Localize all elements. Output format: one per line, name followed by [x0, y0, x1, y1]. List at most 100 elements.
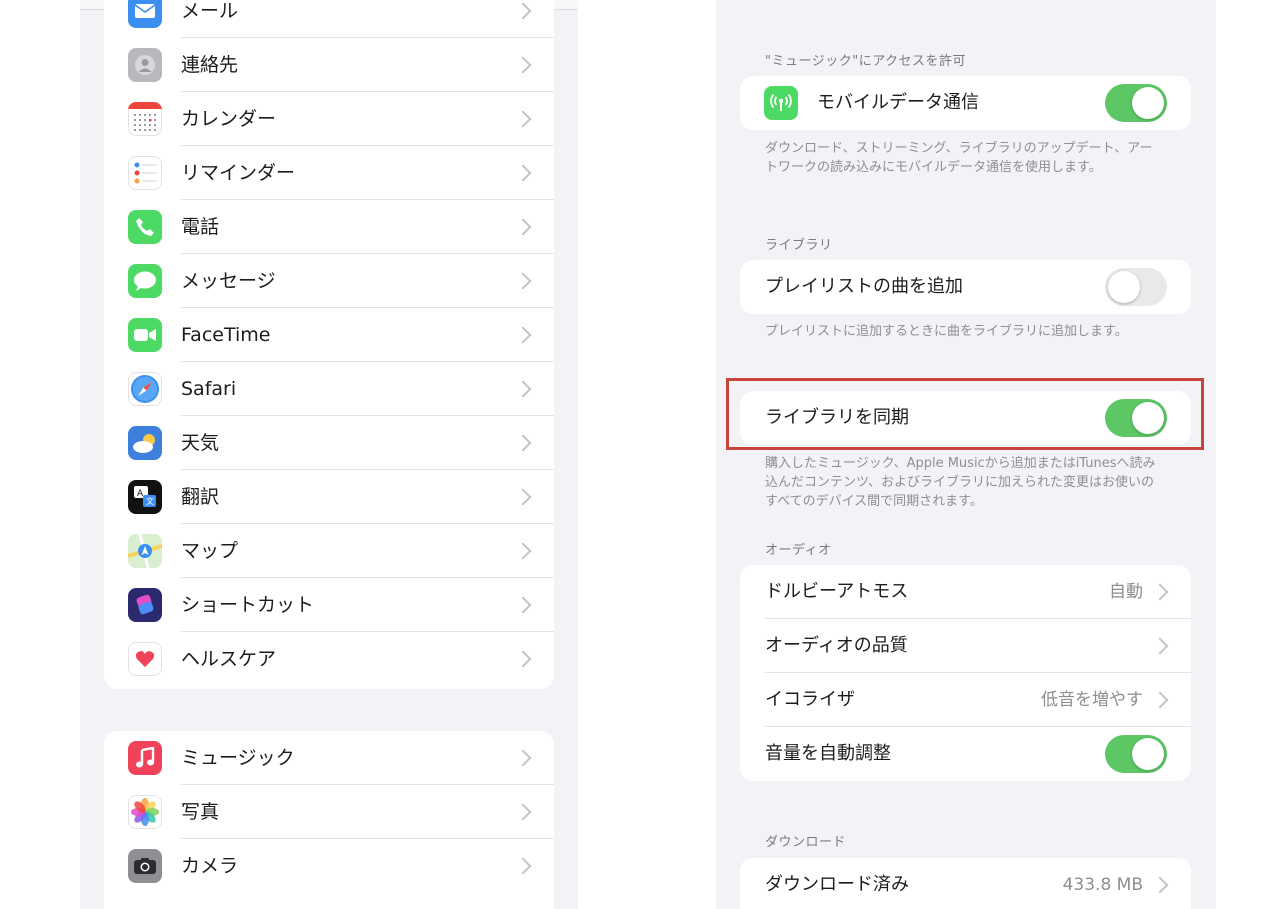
settings-row-health[interactable]: ヘルスケア — [104, 632, 554, 686]
settings-row-messages[interactable]: メッセージ — [104, 254, 554, 308]
maps-icon — [128, 534, 162, 568]
svg-text:文: 文 — [146, 496, 154, 506]
settings-row-label: カレンダー — [181, 108, 277, 130]
chevron-right-icon — [1151, 691, 1169, 709]
settings-row-camera[interactable]: カメラ — [104, 839, 554, 893]
equalizer-label: イコライザ — [765, 689, 855, 710]
library-section-header: ライブラリ — [765, 238, 833, 253]
settings-row-contacts[interactable]: 連絡先 — [104, 38, 554, 92]
audio-quality-label: オーディオの品質 — [765, 635, 908, 656]
settings-row-facetime[interactable]: FaceTime — [104, 308, 554, 362]
settings-row-photos[interactable]: 写真 — [104, 785, 554, 839]
settings-row-shortcuts[interactable]: ショートカット — [104, 578, 554, 632]
chevron-right-icon — [514, 749, 532, 767]
sound-check-row[interactable]: 音量を自動調整 — [740, 727, 1191, 781]
settings-row-maps[interactable]: マップ — [104, 524, 554, 578]
chevron-right-icon — [514, 380, 532, 398]
chevron-right-icon — [514, 2, 532, 20]
dolby-atmos-label: ドルビーアトモス — [765, 581, 909, 602]
contacts-icon — [128, 48, 162, 82]
settings-row-calendar[interactable]: カレンダー — [104, 92, 554, 146]
settings-row-label: ショートカット — [181, 594, 315, 616]
phone-icon — [128, 210, 162, 244]
reminders-icon — [128, 156, 162, 190]
chevron-right-icon — [514, 803, 532, 821]
settings-row-label: メッセージ — [181, 270, 276, 292]
chevron-right-icon — [514, 650, 532, 668]
add-playlist-footer: プレイリストに追加するときに曲をライブラリに追加します。 — [765, 324, 1128, 339]
mobile-data-label: モバイルデータ通信 — [817, 92, 979, 113]
add-playlist-songs-row[interactable]: プレイリストの曲を追加 — [740, 260, 1191, 314]
messages-icon — [128, 264, 162, 298]
mobile-data-toggle[interactable] — [1105, 84, 1167, 122]
chevron-right-icon — [514, 218, 532, 236]
translate-icon: A文 — [128, 480, 162, 514]
chevron-right-icon — [514, 857, 532, 875]
equalizer-row[interactable]: イコライザ 低音を増やす — [740, 673, 1191, 727]
calendar-icon — [128, 102, 162, 136]
photos-icon — [128, 795, 162, 829]
settings-row-translate[interactable]: A 文翻訳 — [104, 470, 554, 524]
camera-icon — [128, 849, 162, 883]
chevron-right-icon — [514, 272, 532, 290]
equalizer-value: 低音を増やす — [1041, 690, 1143, 710]
settings-row-weather[interactable]: 天気 — [104, 416, 554, 470]
mobile-data-row[interactable]: モバイルデータ通信 — [740, 76, 1191, 130]
sync-library-highlight-box — [726, 378, 1204, 450]
apps-group-1: メール連絡先カレンダーリマインダー 電話メッセージ FaceTime Safari 天気… — [104, 0, 554, 689]
audio-quality-row[interactable]: オーディオの品質 — [740, 619, 1191, 673]
settings-row-label: Safari — [181, 378, 237, 400]
settings-row-mail[interactable]: メール — [104, 0, 554, 38]
settings-row-label: 写真 — [181, 801, 220, 823]
library-group: プレイリストの曲を追加 — [740, 260, 1191, 314]
weather-icon — [128, 426, 162, 460]
shortcuts-icon — [128, 588, 162, 622]
dolby-atmos-row[interactable]: ドルビーアトモス 自動 — [740, 565, 1191, 619]
chevron-right-icon — [514, 434, 532, 452]
download-section-header: ダウンロード — [765, 835, 847, 850]
chevron-right-icon — [1151, 876, 1169, 894]
access-section-header: "ミュージック"にアクセスを許可 — [765, 54, 967, 69]
settings-row-label: カメラ — [181, 855, 239, 877]
chevron-right-icon — [514, 56, 532, 74]
apps-group-2: ミュージック 写真カメラ — [104, 731, 554, 909]
settings-row-reminders[interactable]: リマインダー — [104, 146, 554, 200]
chevron-right-icon — [1151, 637, 1169, 655]
settings-row-label: 連絡先 — [181, 54, 239, 76]
settings-row-label: 翻訳 — [181, 486, 220, 508]
settings-row-label: リマインダー — [181, 162, 296, 184]
settings-row-music[interactable]: ミュージック — [104, 731, 554, 785]
antenna-icon — [764, 86, 798, 120]
settings-row-label: ミュージック — [181, 747, 295, 769]
sound-check-toggle[interactable] — [1105, 735, 1167, 773]
mobile-data-footer: ダウンロード、ストリーミング、ライブラリのアップデート、アートワークの読み込みに… — [765, 141, 1153, 175]
settings-row-label: ヘルスケア — [181, 648, 277, 670]
settings-row-label: 電話 — [181, 216, 220, 238]
settings-row-safari[interactable]: Safari — [104, 362, 554, 416]
chevron-right-icon — [514, 110, 532, 128]
chevron-right-icon — [514, 596, 532, 614]
settings-row-label: FaceTime — [181, 324, 271, 346]
chevron-right-icon — [1151, 583, 1169, 601]
downloaded-music-row[interactable]: ダウンロード済み 433.8 MB — [740, 858, 1191, 909]
audio-group: ドルビーアトモス 自動 オーディオの品質 イコライザ 低音を増やす 音量を自動調… — [740, 565, 1191, 781]
downloaded-music-size: 433.8 MB — [1062, 875, 1143, 895]
chevron-right-icon — [514, 488, 532, 506]
facetime-icon — [128, 318, 162, 352]
download-group: ダウンロード済み 433.8 MB — [740, 858, 1191, 909]
add-playlist-songs-label: プレイリストの曲を追加 — [765, 276, 963, 297]
access-group: モバイルデータ通信 — [740, 76, 1191, 130]
svg-text:A: A — [137, 489, 144, 499]
downloaded-music-label: ダウンロード済み — [765, 874, 909, 895]
sync-library-footer: 購入したミュージック、Apple Musicから追加またはiTunesへ読み込ん… — [765, 456, 1156, 509]
settings-row-label: メール — [181, 0, 239, 22]
chevron-right-icon — [514, 326, 532, 344]
mail-icon — [128, 0, 162, 28]
audio-section-header: オーディオ — [765, 543, 832, 558]
dolby-atmos-value: 自動 — [1109, 582, 1143, 602]
sound-check-label: 音量を自動調整 — [765, 743, 891, 764]
add-playlist-songs-toggle[interactable] — [1105, 268, 1167, 306]
settings-row-label: マップ — [181, 540, 239, 562]
safari-icon — [128, 372, 162, 406]
settings-row-phone[interactable]: 電話 — [104, 200, 554, 254]
